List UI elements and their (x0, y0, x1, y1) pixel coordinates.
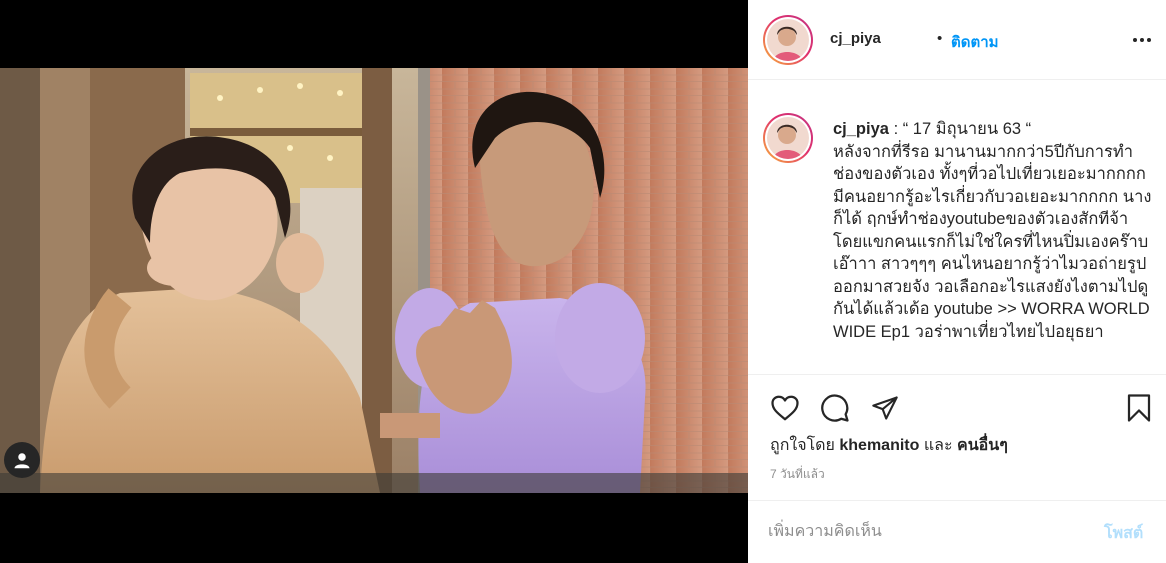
comment-button[interactable] (818, 391, 852, 425)
likes-summary: ถูกใจโดย khemanito และ คนอื่นๆ (770, 433, 1008, 458)
action-bar (748, 385, 1166, 431)
post-timestamp[interactable]: 7 วันที่แล้ว (770, 465, 825, 484)
bookmark-icon (1127, 394, 1151, 422)
media-viewer (0, 0, 748, 563)
likes-and: และ (923, 437, 953, 454)
more-horizontal-icon (1133, 38, 1151, 42)
likes-prefix: ถูกใจโดย (770, 437, 835, 454)
caption-username-link[interactable]: cj_piya (833, 120, 889, 138)
video-frame-image (0, 68, 748, 493)
caption-body: : “ 17 มิถุนายน 63 “ หลังจากที่รีรอ มานา… (833, 120, 1152, 341)
save-button[interactable] (1122, 391, 1156, 425)
comment-icon (821, 394, 849, 422)
caption-avatar[interactable] (763, 113, 813, 163)
follow-separator: • (937, 30, 943, 47)
post-caption: cj_piya : “ 17 มิถุนายน 63 “ หลังจากที่ร… (833, 118, 1153, 343)
liker-username-link[interactable]: khemanito (839, 437, 919, 454)
follow-button[interactable]: ติดตาม (951, 30, 999, 54)
header-username-link[interactable]: cj_piya (830, 30, 881, 47)
other-likers-link[interactable]: คนอื่นๆ (957, 437, 1008, 454)
more-options-button[interactable] (1128, 28, 1156, 52)
paper-plane-icon (872, 396, 898, 420)
profile-picture (767, 19, 809, 61)
user-tag-icon (14, 453, 30, 469)
heart-icon (771, 395, 799, 421)
post-side-panel: cj_piya • ติดตาม cj_piya: “ 17 มิถุนายน… (748, 0, 1166, 563)
comment-form: โพสต์ (748, 500, 1166, 563)
comment-input[interactable] (768, 519, 1088, 545)
profile-picture (767, 117, 809, 159)
share-button[interactable] (868, 391, 902, 425)
like-button[interactable] (768, 391, 802, 425)
avatar[interactable] (763, 15, 813, 65)
tag-users-button[interactable] (4, 442, 40, 478)
post-video[interactable] (0, 68, 748, 493)
post-header: cj_piya • ติดตาม (748, 0, 1166, 80)
post-comment-button[interactable]: โพสต์ (1104, 521, 1143, 546)
comments-scroll-area[interactable]: cj_piya : “ 17 มิถุนายน 63 “ หลังจากที่ร… (748, 80, 1166, 375)
